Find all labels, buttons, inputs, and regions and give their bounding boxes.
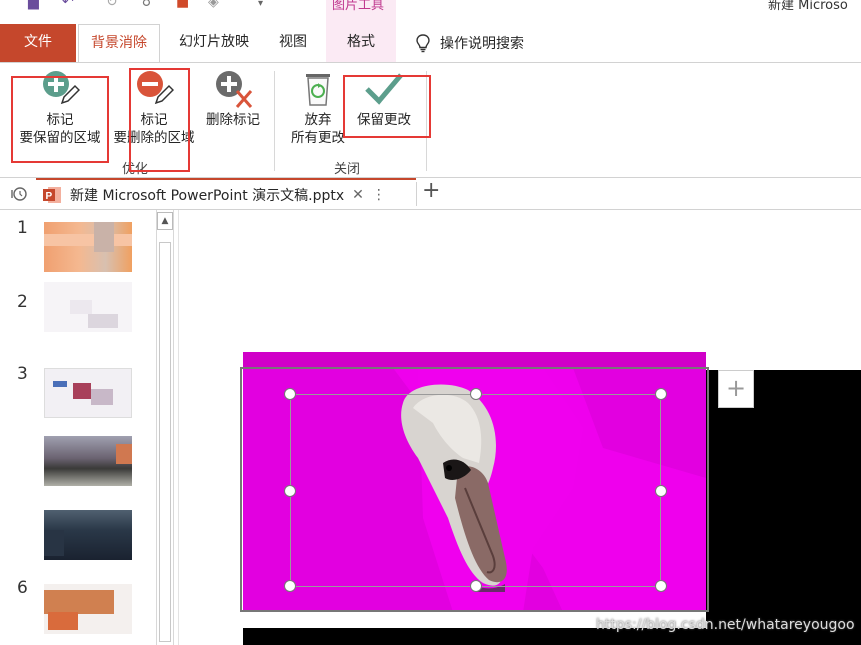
more-options-icon[interactable]: ⋮: [372, 187, 386, 203]
tab-divider: [416, 182, 417, 206]
ribbon-tabs: 文件 背景消除 幻灯片放映 视图 格式 操作说明搜索: [0, 24, 861, 63]
close-tab-icon[interactable]: ✕: [352, 187, 364, 203]
discard-line1: 放弃: [304, 112, 332, 128]
scroll-up-icon[interactable]: ▲: [157, 212, 173, 230]
recent-files-icon[interactable]: [10, 186, 28, 202]
tell-me-label: 操作说明搜索: [440, 36, 524, 52]
tab-slideshow[interactable]: 幻灯片放映: [168, 24, 260, 62]
keep-area-selection[interactable]: [290, 394, 661, 587]
redo-icon[interactable]: ↻: [106, 0, 118, 10]
document-tab[interactable]: P 新建 Microsoft PowerPoint 演示文稿.pptx ✕ ⋮: [36, 178, 416, 210]
lightbulb-icon: [416, 34, 430, 53]
highlight-box-mark-remove: [129, 68, 190, 172]
resize-handle-left[interactable]: [284, 485, 296, 497]
tab-format[interactable]: 格式: [326, 24, 396, 62]
resize-handle-bottom[interactable]: [470, 580, 482, 592]
tab-background-removal[interactable]: 背景消除: [78, 24, 160, 63]
delete-mark-icon: [216, 71, 253, 108]
slide-thumbnail-3[interactable]: [44, 368, 132, 418]
resize-handle-right[interactable]: [655, 485, 667, 497]
slide-number-3: 3: [17, 364, 28, 384]
title-bar: ▆ ↶ ↻ ☌ ■ ◈ ▾ 图片工具 新建 Microso: [0, 0, 861, 24]
watermark-text: https://blog.csdn.net/whatareyougoo: [596, 617, 855, 633]
tab-file[interactable]: 文件: [0, 24, 76, 62]
resize-handle-top-right[interactable]: [655, 388, 667, 400]
document-tab-bar: P 新建 Microsoft PowerPoint 演示文稿.pptx ✕ ⋮ …: [0, 178, 861, 210]
touch-mode-icon[interactable]: ☌: [142, 0, 151, 10]
add-element-button[interactable]: +: [718, 370, 754, 408]
slide-thumbnail-pane: 1 2 3 6 ▲: [0, 210, 178, 645]
slide-thumbnail-1[interactable]: [44, 222, 132, 272]
resize-handle-top[interactable]: [470, 388, 482, 400]
slide-thumbnail-2[interactable]: [44, 282, 132, 332]
close-group-label: 关闭: [334, 162, 361, 177]
resize-handle-bottom-right[interactable]: [655, 580, 667, 592]
picture-tools-label: 图片工具: [332, 0, 385, 13]
scroll-track[interactable]: [159, 242, 171, 642]
group-separator: [274, 71, 275, 171]
resize-handle-bottom-left[interactable]: [284, 580, 296, 592]
save-icon[interactable]: ▆: [28, 0, 39, 10]
recycle-bin-icon: [306, 74, 330, 106]
slide-thumbnail-5[interactable]: [44, 510, 132, 560]
document-filename: 新建 Microsoft PowerPoint 演示文稿.pptx: [70, 188, 345, 204]
slide-number-1: 1: [17, 218, 28, 238]
slide-thumbnail-4[interactable]: [44, 436, 132, 486]
customize-qat-icon[interactable]: ▾: [258, 0, 263, 9]
new-tab-icon[interactable]: +: [422, 178, 440, 203]
slide-number-6: 6: [17, 578, 28, 598]
discard-line2: 所有更改: [291, 130, 345, 146]
delete-mark-button[interactable]: 删除标记: [200, 69, 266, 129]
office-icon[interactable]: ■: [176, 0, 189, 10]
powerpoint-file-icon: P: [43, 187, 61, 203]
tab-view[interactable]: 视图: [268, 24, 318, 62]
thumbnail-scrollbar[interactable]: ▲: [156, 210, 174, 645]
highlight-box-keep-changes: [343, 75, 431, 138]
highlight-box-mark-keep: [11, 76, 109, 163]
undo-icon[interactable]: ↶: [62, 0, 74, 10]
slide-number-2: 2: [17, 292, 28, 312]
removal-overlay-top: [243, 352, 706, 368]
tell-me-search[interactable]: 操作说明搜索: [414, 33, 524, 53]
shapes-icon[interactable]: ◈: [208, 0, 219, 10]
resize-handle-top-left[interactable]: [284, 388, 296, 400]
delete-mark-label: 删除标记: [206, 112, 260, 128]
picture-tools-group: 图片工具: [326, 0, 396, 24]
slide-black-area: [706, 370, 861, 645]
discard-changes-button[interactable]: 放弃 所有更改: [284, 69, 352, 147]
app-title: 新建 Microso: [768, 0, 848, 13]
slide-thumbnail-6[interactable]: [44, 584, 132, 634]
svg-text:P: P: [46, 191, 53, 202]
